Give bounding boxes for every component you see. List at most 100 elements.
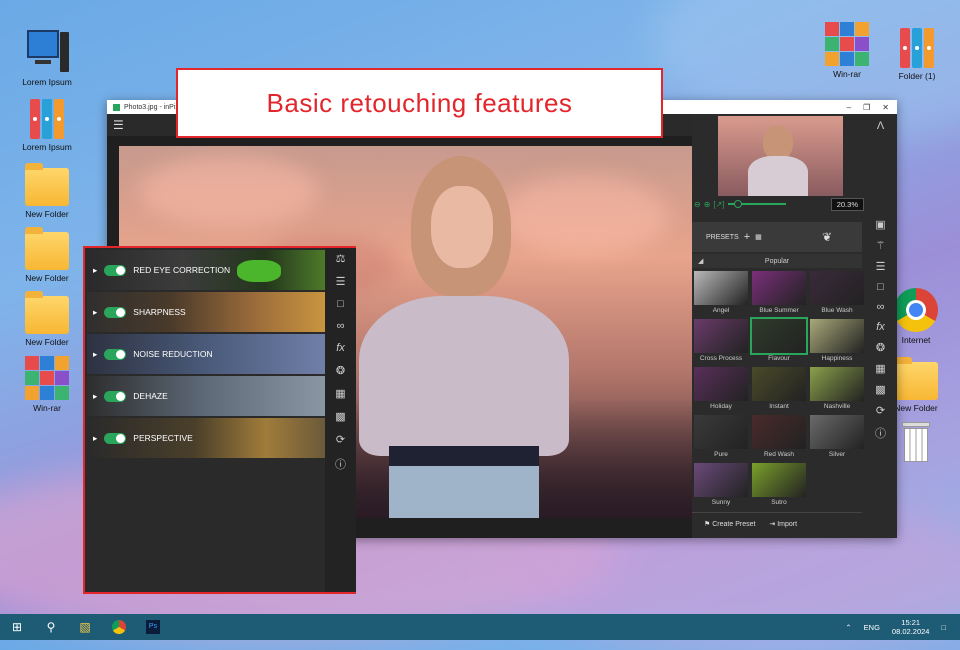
feature-label: DEHAZE	[133, 391, 168, 401]
preset-item[interactable]: Holiday	[694, 367, 748, 413]
zoom-in-icon[interactable]: ⊕	[704, 200, 711, 209]
preset-item[interactable]: Silver	[810, 415, 864, 461]
texture-icon[interactable]: ▦	[335, 387, 345, 400]
clock[interactable]: 15:21 08.02.2024	[892, 618, 930, 636]
photoshop-icon[interactable]: Ps	[136, 614, 170, 640]
right-toolbar: Λ ▣ ⚚ ☰ □ ∞ fx ❂ ▦ ▩ ⟳ ⓘ	[864, 114, 897, 538]
preset-item[interactable]: Flavour	[750, 317, 808, 365]
file-explorer-icon[interactable]: ▧	[68, 614, 102, 640]
preset-item[interactable]: Red Wash	[752, 415, 806, 461]
selection-icon[interactable]: □	[337, 298, 344, 310]
preset-thumbnail	[694, 415, 748, 449]
desktop-icon-folder-1[interactable]: New Folder	[15, 162, 79, 219]
preset-item[interactable]: Angel	[694, 271, 748, 317]
adjust-icon[interactable]: ☰	[336, 275, 346, 288]
crop-icon[interactable]: ▣	[875, 218, 885, 231]
flask-icon[interactable]: ⚚	[876, 239, 886, 252]
preset-thumbnail	[752, 463, 806, 497]
fx-icon[interactable]: fx	[876, 321, 885, 333]
close-icon[interactable]: ✕	[882, 103, 889, 112]
feature-toggle[interactable]	[104, 306, 127, 318]
feature-row-noise-reduction[interactable]: ▸ NOISE REDUCTION	[87, 334, 325, 374]
desktop-icon-computer[interactable]: Lorem Ipsum	[15, 30, 79, 87]
preset-thumbnail	[810, 415, 864, 449]
color-circles-icon[interactable]: ❂	[336, 364, 345, 377]
frame-icon[interactable]: ▩	[875, 383, 885, 396]
rotate-icon[interactable]: ⟳	[336, 433, 345, 446]
color-circles-icon[interactable]: ❂	[876, 341, 885, 354]
create-preset-button[interactable]: ⚑ Create Preset	[704, 520, 755, 528]
expand-arrow-icon[interactable]: ▸	[93, 265, 97, 276]
feature-row-dehaze[interactable]: ▸ DEHAZE	[87, 376, 325, 416]
language-indicator[interactable]: ENG	[864, 623, 880, 632]
frame-icon[interactable]: ▩	[335, 410, 345, 423]
preset-thumbnail	[694, 319, 748, 353]
preset-item[interactable]: Pure	[694, 415, 748, 461]
notification-icon[interactable]: □	[941, 623, 946, 632]
preset-item[interactable]: Sutro	[752, 463, 806, 509]
feature-toggle[interactable]	[104, 390, 127, 402]
fx-icon[interactable]: fx	[336, 342, 345, 354]
histogram-icon[interactable]: Λ	[877, 120, 884, 132]
feature-toggle[interactable]	[104, 264, 127, 276]
zoom-slider[interactable]	[727, 200, 786, 208]
desktop-icon-folder-3[interactable]: New Folder	[15, 290, 79, 347]
minimize-icon[interactable]: –	[847, 103, 851, 112]
preset-item[interactable]: Sunny	[694, 463, 748, 509]
flask-icon[interactable]: ⚖	[336, 252, 346, 265]
feature-row-perspective[interactable]: ▸ PERSPECTIVE	[87, 418, 325, 458]
add-preset-icon[interactable]: +	[744, 231, 750, 243]
feature-toggle[interactable]	[104, 348, 127, 360]
glasses-icon[interactable]: ∞	[877, 301, 885, 313]
info-icon[interactable]: ⓘ	[335, 456, 346, 472]
desktop-icon-folder-2[interactable]: New Folder	[15, 226, 79, 283]
zoom-value[interactable]: 20.3%	[830, 197, 864, 211]
desktop-icon-folder-binders[interactable]: Folder (1)	[885, 24, 949, 81]
preset-item[interactable]: Blue Summer	[752, 271, 806, 317]
grid-view-icon[interactable]: ▦	[755, 233, 762, 241]
preset-item[interactable]: Nashville	[810, 367, 864, 413]
glasses-icon[interactable]: ∞	[337, 320, 345, 332]
zoom-out-icon[interactable]: ⊖	[694, 200, 701, 209]
adjust-icon[interactable]: ☰	[876, 260, 886, 273]
restore-icon[interactable]: ❐	[863, 103, 870, 112]
import-button[interactable]: ⇥ Import	[769, 520, 797, 528]
search-icon[interactable]: ⚲	[34, 614, 68, 640]
preset-thumbnail	[810, 319, 864, 353]
expand-arrow-icon[interactable]: ▸	[93, 307, 97, 318]
expand-arrow-icon[interactable]: ▸	[93, 349, 97, 360]
preset-actions: ⚑ Create Preset ⇥ Import	[692, 512, 862, 534]
preset-category[interactable]: ◢ Popular	[692, 254, 862, 268]
menu-icon[interactable]: ☰	[113, 118, 124, 132]
preset-item[interactable]: Cross Process	[694, 319, 748, 365]
expand-arrow-icon[interactable]: ▸	[93, 391, 97, 402]
windows-start-icon[interactable]: ⊞	[0, 614, 34, 640]
preset-thumbnail	[694, 463, 748, 497]
feature-toggle[interactable]	[104, 432, 127, 444]
desktop-icon-winrar-right[interactable]: Win-rar	[815, 22, 879, 79]
desktop-icon-label: Win-rar	[833, 69, 861, 79]
panel-toolbar: ⚖ ☰ □ ∞ fx ❂ ▦ ▩ ⟳ ⓘ	[325, 248, 356, 592]
selection-icon[interactable]: □	[877, 281, 884, 293]
preset-item[interactable]: Happiness	[810, 319, 864, 365]
expand-arrow-icon[interactable]: ▸	[93, 433, 97, 444]
desktop-icon-binders[interactable]: Lorem Ipsum	[15, 95, 79, 152]
feature-row-sharpness[interactable]: ▸ SHARPNESS	[87, 292, 325, 332]
texture-icon[interactable]: ▦	[875, 362, 885, 375]
preset-item[interactable]: Instant	[752, 367, 806, 413]
info-icon[interactable]: ⓘ	[875, 425, 886, 441]
chevron-up-icon[interactable]: ⌃	[845, 623, 851, 632]
navigator-thumbnail[interactable]	[718, 116, 843, 196]
desktop-icon-winrar[interactable]: Win-rar	[15, 356, 79, 413]
chrome-taskbar-icon[interactable]	[102, 614, 136, 640]
preset-label: Holiday	[710, 403, 732, 410]
desktop-icon-label: Win-rar	[33, 403, 61, 413]
feature-label: NOISE REDUCTION	[133, 349, 213, 359]
computer-icon	[25, 30, 69, 74]
preset-label: Silver	[828, 451, 846, 458]
preset-label: Happiness	[821, 355, 853, 362]
preset-item[interactable]: Blue Wash	[810, 271, 864, 317]
rotate-icon[interactable]: ⟳	[876, 404, 885, 417]
fit-icon[interactable]: [↗]	[713, 200, 724, 209]
feature-row-red-eye[interactable]: ▸ RED EYE CORRECTION	[87, 250, 325, 290]
